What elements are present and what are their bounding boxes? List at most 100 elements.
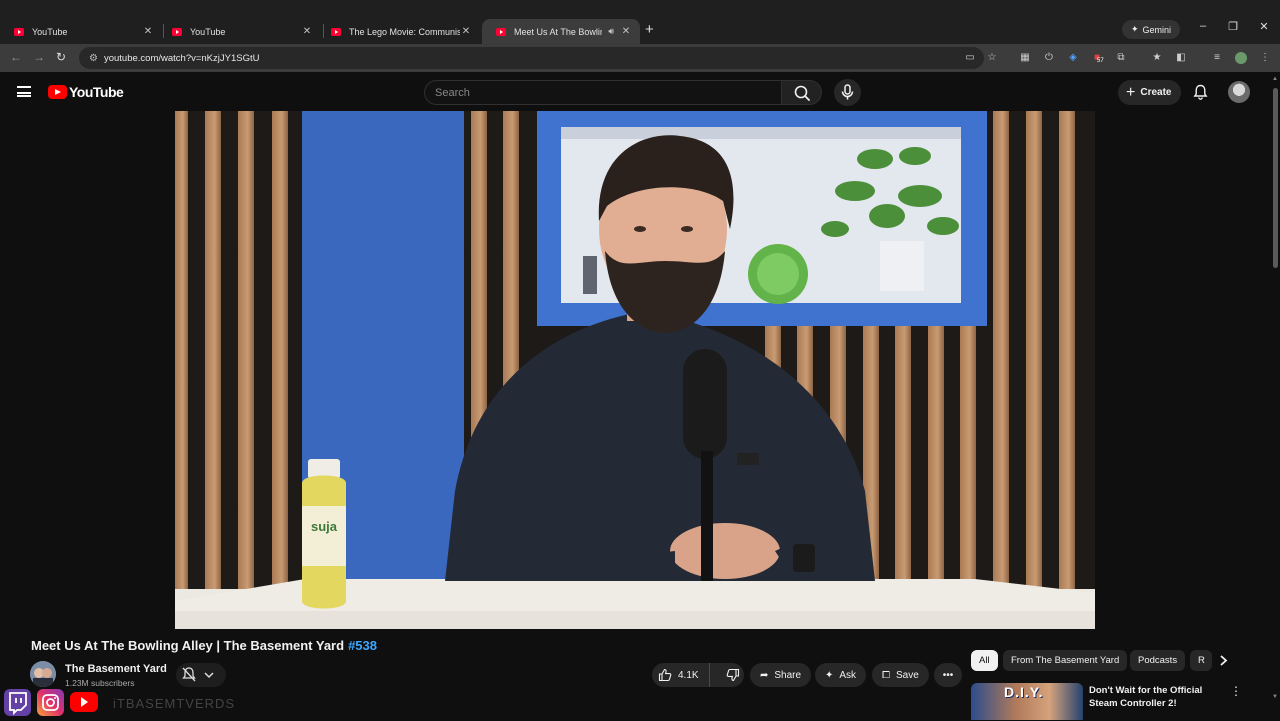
hamburger-menu-icon[interactable] xyxy=(17,86,31,97)
channel-name[interactable]: The Basement Yard xyxy=(65,663,167,675)
ask-button[interactable]: ✦ Ask xyxy=(815,663,867,687)
thumbnail-text: D.I.Y. xyxy=(1004,684,1044,700)
profile-avatar-icon[interactable] xyxy=(1235,52,1247,64)
extension-power-icon[interactable]: ⏻ xyxy=(1043,52,1055,64)
chevron-right-icon[interactable] xyxy=(1213,650,1235,671)
like-count: 4.1K xyxy=(678,669,699,681)
tab-close-icon[interactable]: ✕ xyxy=(620,26,632,37)
gemini-label: Gemini xyxy=(1142,24,1172,35)
window-close-icon[interactable]: ✕ xyxy=(1257,20,1271,33)
scroll-up-icon[interactable]: ▲ xyxy=(1272,76,1278,82)
notifications-bell-icon[interactable] xyxy=(1193,84,1208,100)
episode-hashtag-link[interactable]: #538 xyxy=(348,638,377,653)
share-arrow-icon: ➦ xyxy=(760,669,769,681)
scroll-down-icon[interactable]: ▼ xyxy=(1272,694,1278,700)
bottle-label: suja xyxy=(311,519,338,534)
gemini-button[interactable]: ✦ Gemini xyxy=(1122,20,1181,39)
sparkle-icon: ✦ xyxy=(825,669,834,681)
tab-close-icon[interactable]: ✕ xyxy=(460,26,472,37)
tab-label: YouTube xyxy=(32,26,68,37)
chip-podcasts[interactable]: Podcasts xyxy=(1130,650,1186,671)
microphone-icon xyxy=(841,84,854,100)
address-bar[interactable]: ⚙ youtube.com/watch?v=nKzjJY1SGtU xyxy=(79,47,984,69)
browser-toolbar: ← → ↻ ⚙ youtube.com/watch?v=nKzjJY1SGtU … xyxy=(0,44,1280,72)
reload-icon[interactable]: ↻ xyxy=(56,50,66,64)
browser-tab-active[interactable]: Meet Us At The Bowling All 🔊︎ ✕ xyxy=(482,19,640,44)
youtube-logo[interactable]: YouTube xyxy=(48,84,124,100)
browser-tab-lego-movie[interactable]: The Lego Movie: Communist Pr ✕ xyxy=(317,19,480,44)
search-icon xyxy=(794,85,810,101)
ask-label: Ask xyxy=(839,669,857,681)
share-label: Share xyxy=(774,669,802,681)
tab-close-icon[interactable]: ✕ xyxy=(142,26,154,37)
recommendation-thumbnail[interactable]: D.I.Y. xyxy=(971,683,1083,720)
plus-icon: + xyxy=(1126,83,1136,101)
bookmarks-icon[interactable]: ★ xyxy=(1151,52,1163,64)
page-scrollbar[interactable]: ▲ ▼ xyxy=(1270,72,1280,720)
video-title: Meet Us At The Bowling Alley | The Basem… xyxy=(31,638,377,653)
split-view-icon[interactable]: ◧ xyxy=(1175,52,1187,64)
youtube-favicon-icon xyxy=(331,27,341,36)
create-label: Create xyxy=(1140,87,1172,98)
create-button[interactable]: + Create xyxy=(1118,80,1182,105)
tab-label: The Lego Movie: Communist Pr xyxy=(349,26,460,37)
dislike-button[interactable] xyxy=(716,663,750,687)
tab-search-icon[interactable]: ≡ xyxy=(1211,52,1223,64)
browser-menu-icon[interactable]: ⋮ xyxy=(1259,52,1271,64)
chip-truncated[interactable]: R xyxy=(1190,650,1212,671)
voice-search-button[interactable] xyxy=(834,79,861,106)
minimize-icon[interactable]: – xyxy=(1196,20,1210,32)
chip-all[interactable]: All xyxy=(971,650,998,671)
scrollbar-thumb[interactable] xyxy=(1273,88,1278,268)
chip-from-channel[interactable]: From The Basement Yard xyxy=(1003,650,1128,671)
tab-close-icon[interactable]: ✕ xyxy=(301,26,313,37)
bookmark-star-icon[interactable]: ☆ xyxy=(986,52,998,64)
save-label: Save xyxy=(896,669,919,681)
twitch-icon xyxy=(4,689,31,716)
install-app-icon[interactable]: ▭ xyxy=(964,52,976,64)
youtube-social-icon xyxy=(70,692,98,712)
like-button[interactable]: 4.1K xyxy=(652,663,710,687)
subscriber-count: 1.23M subscribers xyxy=(65,678,135,688)
share-button[interactable]: ➦ Share xyxy=(750,663,812,687)
browser-tab-youtube-2[interactable]: YouTube ✕ xyxy=(158,19,321,44)
new-tab-button[interactable]: + xyxy=(645,21,654,38)
tab-label: YouTube xyxy=(190,26,226,37)
recommendation-title[interactable]: Don't Wait for the Official Steam Contro… xyxy=(1089,684,1229,710)
search-input[interactable] xyxy=(435,86,781,99)
site-info-icon[interactable]: ⚙ xyxy=(89,53,98,64)
url-text: youtube.com/watch?v=nKzjJY1SGtU xyxy=(103,52,260,64)
account-avatar[interactable] xyxy=(1228,81,1250,103)
channel-avatar-image xyxy=(30,661,56,687)
sparkle-icon: ✦ xyxy=(1131,24,1139,34)
forward-arrow-icon[interactable]: → xyxy=(33,50,45,64)
save-button[interactable]: ⧠ Save xyxy=(872,663,929,687)
youtube-favicon-icon xyxy=(172,27,182,36)
youtube-logo-text: YouTube xyxy=(69,84,124,100)
subscription-notification-button[interactable] xyxy=(176,663,226,687)
youtube-favicon-icon xyxy=(496,27,506,36)
more-vertical-icon[interactable]: ⋮ xyxy=(1230,684,1242,698)
bell-off-icon xyxy=(182,667,214,682)
extensions-puzzle-icon[interactable]: ⧉ xyxy=(1115,52,1127,64)
channel-avatar[interactable] xyxy=(30,661,56,687)
tab-label: Meet Us At The Bowling All xyxy=(514,26,602,37)
bookmark-icon: ⧠ xyxy=(882,669,890,681)
more-horizontal-icon: ••• xyxy=(942,669,954,681)
extension-gift-icon[interactable]: ▦ xyxy=(1019,52,1031,64)
more-actions-button[interactable]: ••• xyxy=(934,663,962,687)
speaker-icon[interactable]: 🔊︎ xyxy=(608,26,614,37)
instagram-icon xyxy=(37,689,64,716)
back-arrow-icon[interactable]: ← xyxy=(10,50,22,64)
browser-tab-youtube-1[interactable]: YouTube ✕ xyxy=(0,19,162,44)
video-frame: suja xyxy=(175,111,1095,629)
extension-badge-count: 57 xyxy=(1097,58,1104,64)
youtube-play-icon xyxy=(48,85,67,99)
extension-audio-icon[interactable]: ◈ xyxy=(1067,52,1079,64)
video-player[interactable]: suja xyxy=(175,111,1095,629)
restore-icon[interactable]: ❐ xyxy=(1226,20,1240,33)
browser-tab-bar: YouTube ✕ YouTube ✕ The Lego Movie: Comm… xyxy=(0,0,1280,44)
youtube-header: YouTube + Create xyxy=(0,72,1270,112)
search-button[interactable] xyxy=(781,80,822,105)
social-handle-text: iTBASEMTVERDS xyxy=(113,696,236,711)
